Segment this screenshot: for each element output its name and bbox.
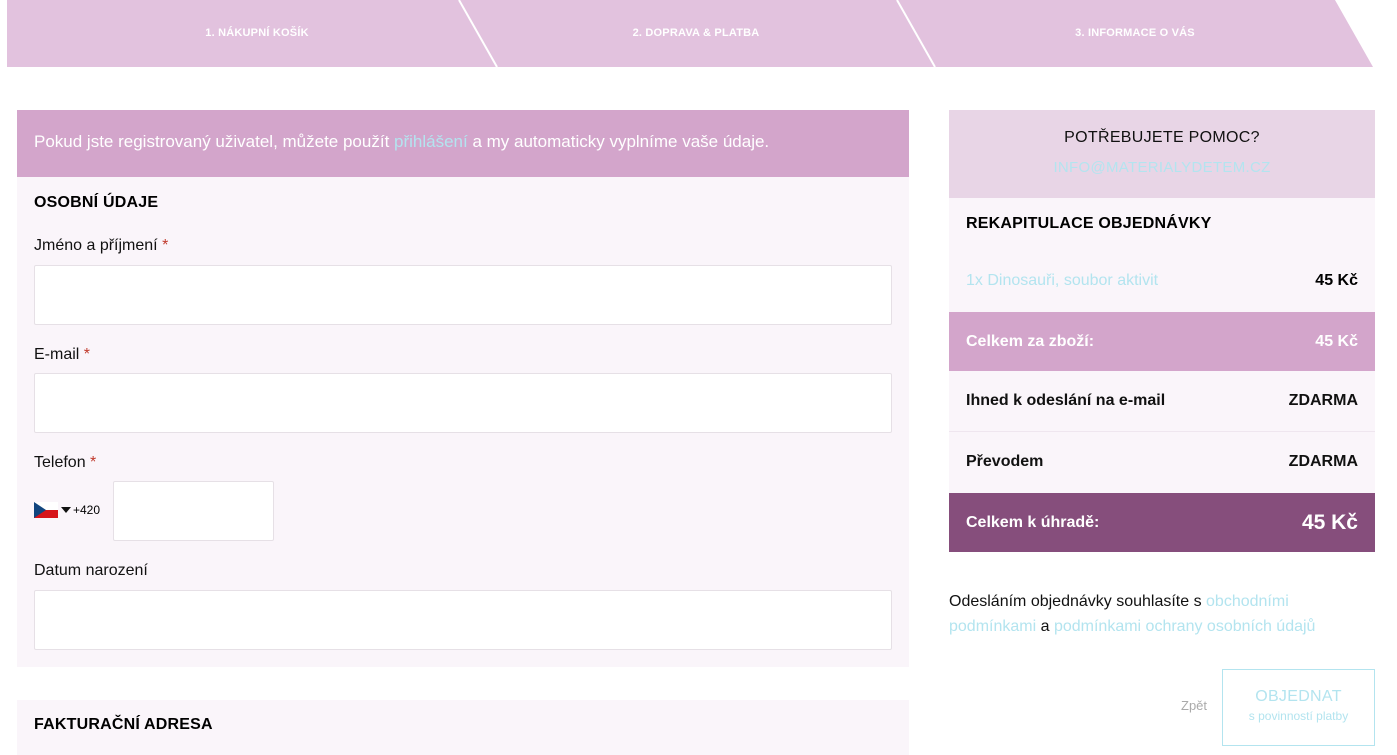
shipping-label: Ihned k odeslání na e-mail <box>966 391 1166 409</box>
total-label: Celkem k úhradě: <box>966 513 1100 531</box>
step-shipping-payment[interactable]: 2. DOPRAVA & PLATBA <box>546 27 846 39</box>
birth-date-field[interactable] <box>34 590 892 650</box>
order-summary: REKAPITULACE OBJEDNÁVKY 1x Dinosauři, so… <box>949 198 1375 552</box>
total-value: 45 Kč <box>1301 510 1358 534</box>
order-item-price: 45 Kč <box>1315 272 1358 289</box>
shipping-value: ZDARMA <box>1288 391 1358 409</box>
order-button[interactable]: OBJEDNAT s povinností platby <box>1222 669 1375 746</box>
login-link[interactable]: přihlášení <box>394 132 468 151</box>
subtotal-row: Celkem za zboží: 45 Kč <box>949 312 1375 371</box>
billing-address-title: FAKTURAČNÍ ADRESA <box>34 716 213 733</box>
terms-notice: Odesláním objednávky souhlasíte s obchod… <box>949 589 1375 639</box>
personal-details-title: OSOBNÍ ÚDAJE <box>34 194 159 211</box>
login-notice-text-end: a my automaticky vyplníme vaše údaje. <box>467 132 770 151</box>
help-title: POTŘEBUJETE POMOC? <box>1064 129 1260 146</box>
required-mark: * <box>90 454 97 471</box>
order-item-name[interactable]: 1x Dinosauři, soubor aktivit <box>966 272 1158 290</box>
order-summary-title: REKAPITULACE OBJEDNÁVKY <box>966 215 1212 232</box>
shipping-row: Ihned k odeslání na e-mail ZDARMA <box>949 371 1375 430</box>
name-label: Jméno a příjmení * <box>34 237 169 254</box>
chevron-down-icon <box>61 507 71 513</box>
help-box: POTŘEBUJETE POMOC? INFO@MATERIALYDETEM.C… <box>949 110 1375 198</box>
order-button-label: OBJEDNAT <box>1255 688 1342 705</box>
required-mark: * <box>162 237 169 254</box>
terms-text-middle: a <box>1036 618 1054 635</box>
login-notice-text: Pokud jste registrovaný uživatel, můžete… <box>34 132 395 151</box>
required-mark: * <box>83 346 91 363</box>
order-item: 1x Dinosauři, soubor aktivit 45 Kč <box>949 266 1375 296</box>
total-row: Celkem k úhradě: 45 Kč <box>949 493 1375 552</box>
email-field[interactable] <box>34 373 892 433</box>
payment-label: Převodem <box>966 452 1044 470</box>
phone-country-select[interactable]: +420 <box>34 500 100 520</box>
personal-details-section: OSOBNÍ ÚDAJE Jméno a příjmení * E-mail *… <box>17 177 909 667</box>
czech-flag-icon <box>34 502 58 518</box>
checkout-steps: 1. NÁKUPNÍ KOŠÍK 2. DOPRAVA & PLATBA 3. … <box>7 0 1373 67</box>
name-field[interactable] <box>34 265 892 325</box>
privacy-link[interactable]: podmínkami ochrany osobních údajů <box>1054 618 1316 635</box>
birth-date-label: Datum narození <box>34 562 148 579</box>
phone-label: Telefon * <box>34 454 97 471</box>
step-customer-info: 3. INFORMACE O VÁS <box>1075 27 1195 39</box>
payment-row: Převodem ZDARMA <box>949 432 1375 491</box>
subtotal-label: Celkem za zboží: <box>966 332 1095 350</box>
phone-field[interactable] <box>113 481 274 541</box>
billing-address-section: FAKTURAČNÍ ADRESA <box>17 700 909 755</box>
terms-text: Odesláním objednávky souhlasíte s <box>949 593 1207 610</box>
step-cart[interactable]: 1. NÁKUPNÍ KOŠÍK <box>107 27 407 39</box>
help-email-link[interactable]: INFO@MATERIALYDETEM.CZ <box>949 159 1375 176</box>
order-button-sublabel: s povinností platby <box>1248 709 1349 723</box>
back-link[interactable]: Zpět <box>1181 698 1207 713</box>
login-notice: Pokud jste registrovaný uživatel, můžete… <box>17 110 909 177</box>
email-label: E-mail * <box>34 346 91 363</box>
payment-value: ZDARMA <box>1288 452 1358 470</box>
phone-prefix: +420 <box>73 503 101 517</box>
subtotal-value: 45 Kč <box>1315 332 1358 350</box>
